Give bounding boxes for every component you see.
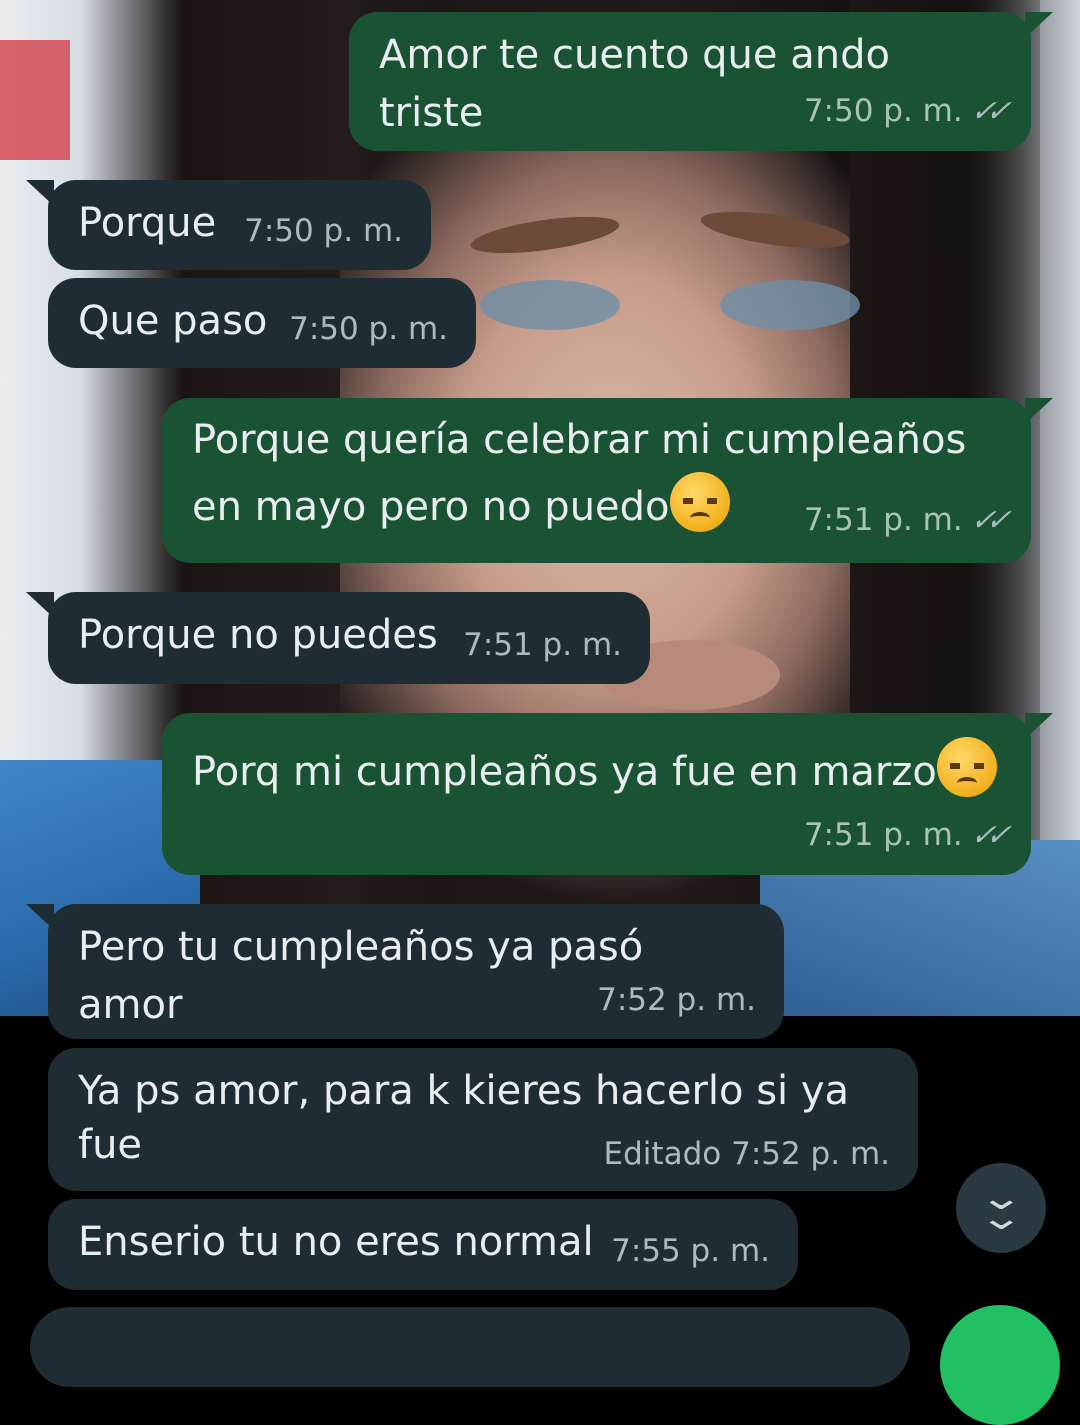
wallpaper-brow-left <box>468 209 622 261</box>
message-outgoing[interactable]: Porq mi cumpleaños ya fue en marzo 7:51 … <box>162 713 1053 875</box>
message-time: 7:50 p. m. <box>803 93 963 129</box>
double-check-icon: ✓✓ <box>966 503 1010 538</box>
wallpaper-background-detail <box>0 40 70 160</box>
message-incoming[interactable]: Ya ps amor, para k kieres hacerlo si ya … <box>48 1048 918 1191</box>
message-meta: 7:55 p. m. <box>611 1222 770 1280</box>
message-meta: 7:50 p. m. <box>289 300 448 358</box>
message-incoming[interactable]: Enserio tu no eres normal 7:55 p. m. <box>48 1199 798 1290</box>
message-text: Porque no puedes <box>78 612 438 658</box>
message-time: 7:51 p. m. <box>803 502 963 538</box>
double-check-icon: ✓✓ <box>966 818 1010 853</box>
message-time: 7:52 p. m. <box>731 1136 890 1172</box>
message-meta: Editado 7:52 p. m. <box>604 1127 890 1181</box>
message-time: 7:50 p. m. <box>289 311 448 347</box>
message-meta: 7:51 p. m. ✓✓ <box>803 488 1010 553</box>
scroll-to-bottom-button[interactable]: ⌄ ⌄ <box>956 1163 1046 1253</box>
message-outgoing[interactable]: Porque quería celebrar mi cumpleaños en … <box>162 398 1053 563</box>
wallpaper-eye-right <box>720 280 860 330</box>
wallpaper-brow-right <box>698 204 852 256</box>
message-text: Que paso <box>78 298 268 344</box>
message-time: 7:51 p. m. <box>463 627 622 663</box>
message-text: en mayo pero no puedo <box>192 484 670 530</box>
message-meta: 7:52 p. m. <box>597 971 756 1029</box>
message-text-line: Porque quería celebrar mi cumpleaños <box>192 417 967 463</box>
message-incoming[interactable]: Porque 7:50 p. m. <box>26 180 431 270</box>
message-meta: 7:51 p. m. ✓✓ <box>803 806 1010 865</box>
double-check-icon: ✓✓ <box>966 94 1010 129</box>
message-time: 7:52 p. m. <box>597 982 756 1018</box>
message-input-bar[interactable] <box>30 1307 910 1387</box>
message-time: 7:51 p. m. <box>803 817 963 853</box>
message-time: 7:50 p. m. <box>244 213 403 249</box>
wallpaper-eye-left <box>480 280 620 330</box>
message-text: Porque <box>78 200 217 246</box>
message-time: 7:55 p. m. <box>611 1233 770 1269</box>
message-incoming[interactable]: Pero tu cumpleaños ya pasó amor 7:52 p. … <box>26 904 784 1039</box>
disappointed-face-emoji <box>669 472 730 532</box>
message-meta: 7:50 p. m. <box>244 202 403 260</box>
message-meta: 7:51 p. m. <box>463 616 622 674</box>
message-text: Porq mi cumpleaños ya fue en marzo <box>192 749 937 795</box>
message-text-line: Ya ps amor, para k kieres hacerlo si ya <box>78 1068 850 1114</box>
message-incoming[interactable]: Que paso 7:50 p. m. <box>48 278 476 368</box>
double-chevron-down-icon: ⌄ ⌄ <box>978 1178 1024 1238</box>
message-incoming[interactable]: Porque no puedes 7:51 p. m. <box>26 592 650 684</box>
message-text: Pero tu cumpleaños ya pasó amor <box>78 924 644 1028</box>
send-voice-button[interactable] <box>940 1305 1060 1425</box>
edited-label: Editado <box>603 1136 722 1172</box>
disappointed-face-emoji <box>936 737 997 797</box>
message-outgoing[interactable]: Amor te cuento que ando triste 7:50 p. m… <box>349 12 1053 151</box>
message-text: Enserio tu no eres normal <box>78 1219 594 1265</box>
message-meta: 7:50 p. m. ✓✓ <box>803 82 1010 141</box>
